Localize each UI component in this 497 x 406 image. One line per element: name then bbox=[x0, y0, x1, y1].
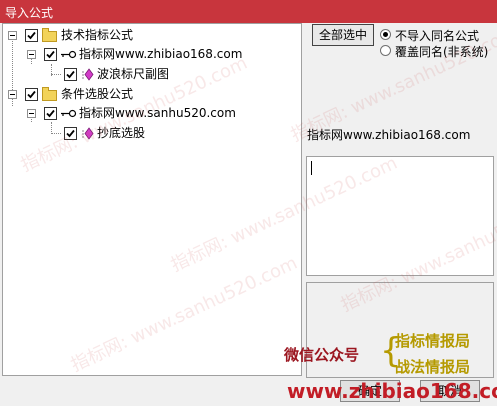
tree-connector bbox=[51, 74, 61, 75]
checkbox-wave-ruler[interactable] bbox=[64, 68, 77, 81]
node-label: 抄底选股 bbox=[97, 126, 146, 140]
key-icon bbox=[61, 109, 77, 118]
formula-icon bbox=[82, 127, 94, 140]
radio-overwrite[interactable] bbox=[380, 45, 391, 56]
tree-connector bbox=[51, 133, 61, 134]
import-formula-dialog: 导入公式 技术指标公式 指标网www.zhibiao168.com 波浪标尺副图… bbox=[0, 0, 497, 406]
promo-url: www.zhibiao168.com bbox=[287, 379, 497, 403]
checkbox-bottom-fishing[interactable] bbox=[64, 127, 77, 140]
folder-icon bbox=[42, 87, 57, 101]
checkbox-sanhu520[interactable] bbox=[44, 107, 57, 120]
tree-node-sanhu520[interactable]: 指标网www.sanhu520.com bbox=[3, 105, 301, 121]
collapse-toggle[interactable] bbox=[27, 109, 36, 118]
radio-skip-duplicates[interactable] bbox=[380, 29, 391, 40]
node-label: 条件选股公式 bbox=[61, 87, 134, 101]
checkbox-tech-indicators[interactable] bbox=[25, 29, 38, 42]
checkbox-zhibiao168[interactable] bbox=[44, 48, 57, 61]
key-icon bbox=[61, 50, 77, 59]
collapse-toggle[interactable] bbox=[8, 31, 17, 40]
formula-source-text: 指标网www.zhibiao168.com bbox=[307, 128, 471, 142]
node-label: 技术指标公式 bbox=[61, 28, 134, 42]
title-bar: 导入公式 bbox=[0, 0, 497, 23]
promo-wechat-label: 微信公众号 bbox=[284, 346, 360, 364]
window-title: 导入公式 bbox=[5, 6, 54, 20]
node-label: 指标网www.sanhu520.com bbox=[79, 106, 236, 120]
collapse-toggle[interactable] bbox=[27, 50, 36, 59]
node-label: 波浪标尺副图 bbox=[97, 67, 170, 81]
select-all-button[interactable]: 全部选中 bbox=[312, 24, 374, 46]
collapse-toggle[interactable] bbox=[8, 90, 17, 99]
tree-node-bottom-fishing[interactable]: 抄底选股 bbox=[3, 125, 301, 141]
text-caret bbox=[311, 161, 312, 175]
description-textbox[interactable] bbox=[306, 156, 494, 276]
tree-node-zhibiao168[interactable]: 指标网www.zhibiao168.com bbox=[3, 46, 301, 62]
node-label: 指标网www.zhibiao168.com bbox=[79, 47, 243, 61]
formula-icon bbox=[82, 68, 94, 81]
folder-icon bbox=[42, 28, 57, 42]
tree-node-stock-selection[interactable]: 条件选股公式 bbox=[3, 86, 301, 102]
radio-overwrite-label: 覆盖同名(非系统) bbox=[395, 45, 489, 59]
radio-skip-label: 不导入同名公式 bbox=[395, 29, 480, 43]
promo-account-2: 战法情报局 bbox=[395, 358, 471, 376]
promo-account-1: 指标情报局 bbox=[395, 332, 471, 350]
checkbox-stock-selection[interactable] bbox=[25, 88, 38, 101]
tree-node-wave-ruler[interactable]: 波浪标尺副图 bbox=[3, 66, 301, 82]
formula-tree[interactable]: 技术指标公式 指标网www.zhibiao168.com 波浪标尺副图 条件选股… bbox=[2, 23, 302, 376]
tree-node-tech-indicators[interactable]: 技术指标公式 bbox=[3, 27, 301, 43]
